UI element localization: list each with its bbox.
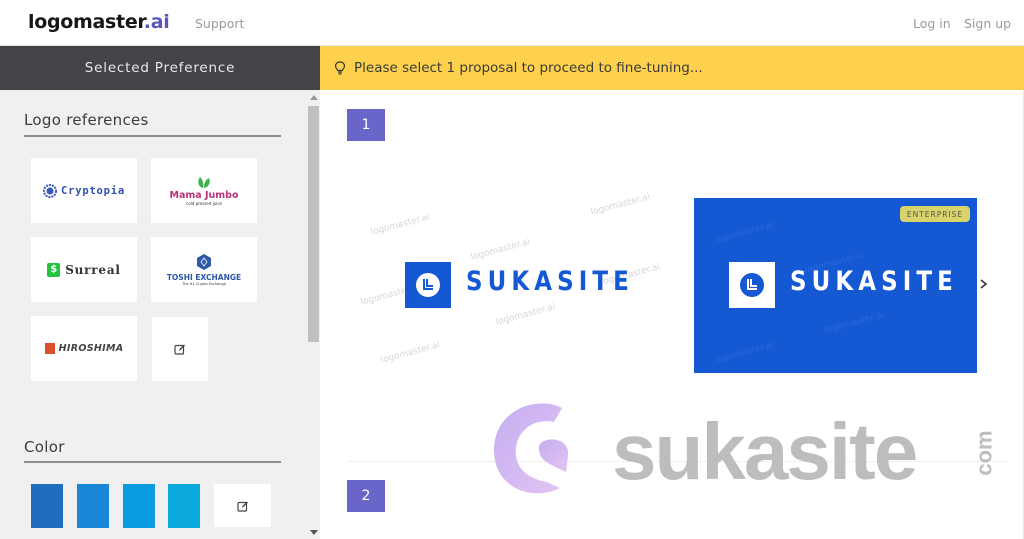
watermark: logomaster.ai: [823, 310, 886, 336]
watermark: logomaster.ai: [713, 340, 776, 366]
watermark: logomaster.ai: [469, 237, 532, 263]
edit-icon: [236, 501, 248, 512]
color-swatch-4[interactable]: [168, 484, 200, 528]
logo-reference-surreal[interactable]: $ Surreal: [31, 237, 137, 302]
watermark: logomaster.ai: [369, 212, 432, 238]
watermark: logomaster.ai: [589, 192, 652, 218]
heading-underline: [24, 461, 281, 463]
sidebar-scrollbar-thumb[interactable]: [308, 106, 319, 342]
brand-logo[interactable]: logomaster.ai: [28, 11, 170, 33]
lightbulb-icon: [334, 61, 346, 75]
sukasite-mark-icon: [740, 273, 764, 297]
proposal-1-dark-variant[interactable]: logomaster.ai logomaster.ai logomaster.a…: [694, 198, 977, 373]
sukasite-logomark: [405, 262, 451, 308]
brand-suffix: .ai: [143, 11, 170, 33]
edit-logo-references-button[interactable]: [152, 317, 208, 381]
watermark: logomaster.ai: [494, 302, 557, 328]
edit-colors-button[interactable]: [214, 484, 271, 527]
notice-text: Please select 1 proposal to proceed to f…: [354, 60, 703, 76]
surreal-text: Surreal: [65, 262, 121, 277]
brand-name: logomaster: [28, 11, 144, 33]
hiroshima-text: HIROSHIMA: [58, 343, 124, 354]
mama-jumbo-tagline: cold pressed juice: [186, 201, 222, 206]
proposal-divider: [348, 461, 1008, 462]
mama-jumbo-text: Mama Jumbo: [169, 190, 239, 201]
color-swatch-3[interactable]: [123, 484, 155, 528]
toshi-text: TOSHI EXCHANGE: [166, 273, 242, 282]
proposal-number-badge: 1: [347, 109, 385, 141]
logo-reference-toshi-exchange[interactable]: TOSHI EXCHANGE The #1 Crypto Exchange: [151, 237, 257, 302]
sukasite-wordmark: SUKASITE: [790, 266, 958, 297]
leaf-icon: [198, 177, 210, 188]
scroll-down-arrow-icon[interactable]: [310, 530, 318, 535]
support-link[interactable]: Support: [195, 16, 244, 31]
watermark: logomaster.ai: [713, 220, 776, 246]
signup-link[interactable]: Sign up: [964, 16, 1011, 31]
proposals-panel: 1 logomaster.ai logomaster.ai logomaster…: [320, 90, 1024, 539]
dollar-icon: $: [47, 262, 61, 277]
top-navbar: logomaster.ai Support Log in Sign up: [0, 0, 1024, 46]
preference-sidebar: Logo references Cryptopia Mama Jumbo col…: [0, 90, 320, 539]
heading-underline: [24, 135, 281, 137]
color-heading: Color: [24, 438, 65, 456]
enterprise-badge: ENTERPRISE: [900, 206, 970, 222]
sukasite-logomark: [729, 262, 775, 308]
proposal-1-light-variant[interactable]: logomaster.ai logomaster.ai logomaster.a…: [340, 190, 680, 380]
watermark: logomaster.ai: [379, 340, 442, 366]
sukasite-mark-icon: [416, 273, 440, 297]
hexagon-icon: [197, 254, 211, 270]
color-swatch-1[interactable]: [31, 484, 63, 528]
logo-references-heading: Logo references: [24, 111, 149, 129]
proposal-number-badge: 2: [347, 480, 385, 512]
scroll-up-arrow-icon[interactable]: [310, 95, 318, 100]
logo-reference-mama-jumbo[interactable]: Mama Jumbo cold pressed juice: [151, 158, 257, 223]
hiroshima-mark-icon: [44, 343, 55, 354]
logo-reference-cryptopia[interactable]: Cryptopia: [31, 158, 137, 223]
color-swatch-2[interactable]: [77, 484, 109, 528]
logo-reference-hiroshima[interactable]: HIROSHIMA: [31, 316, 137, 381]
notice-banner: Please select 1 proposal to proceed to f…: [320, 46, 1024, 90]
cryptopia-text: Cryptopia: [60, 184, 126, 197]
login-link[interactable]: Log in: [913, 16, 951, 31]
chevron-right-icon[interactable]: [977, 276, 991, 292]
sukasite-wordmark: SUKASITE: [466, 266, 634, 297]
cryptopia-coin-icon: [42, 183, 57, 198]
toshi-tagline: The #1 Crypto Exchange: [182, 282, 226, 286]
sidebar-title: Selected Preference: [0, 46, 320, 90]
edit-icon: [174, 344, 185, 355]
